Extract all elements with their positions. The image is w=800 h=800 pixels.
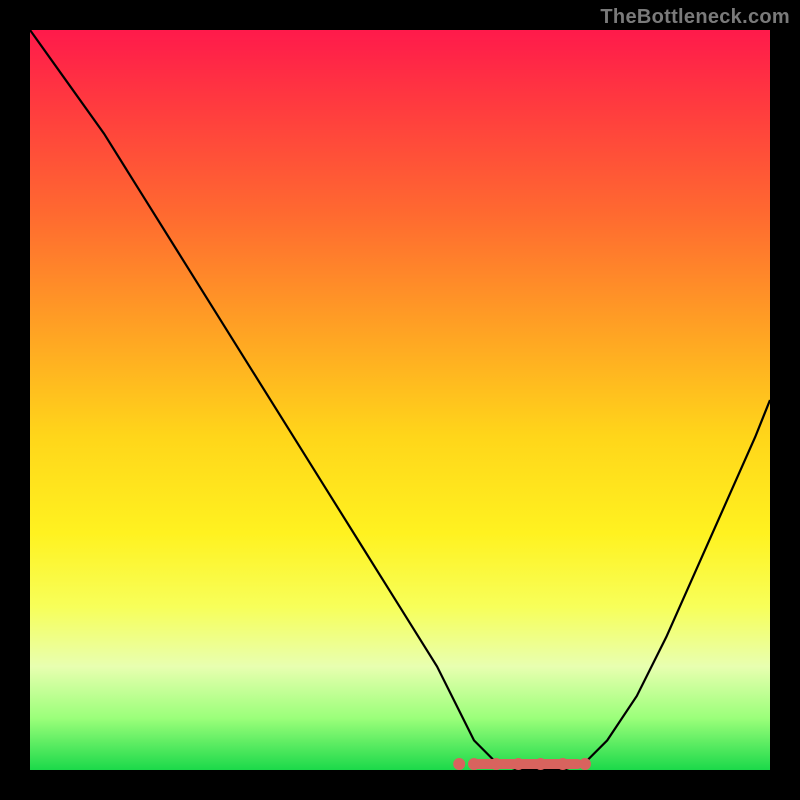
chart-stage: TheBottleneck.com <box>0 0 800 800</box>
curve-svg <box>30 30 770 770</box>
watermark-text: TheBottleneck.com <box>600 6 790 29</box>
flat-region-markers <box>453 758 591 770</box>
plot-area <box>30 30 770 770</box>
bottleneck-curve-path <box>30 30 770 770</box>
